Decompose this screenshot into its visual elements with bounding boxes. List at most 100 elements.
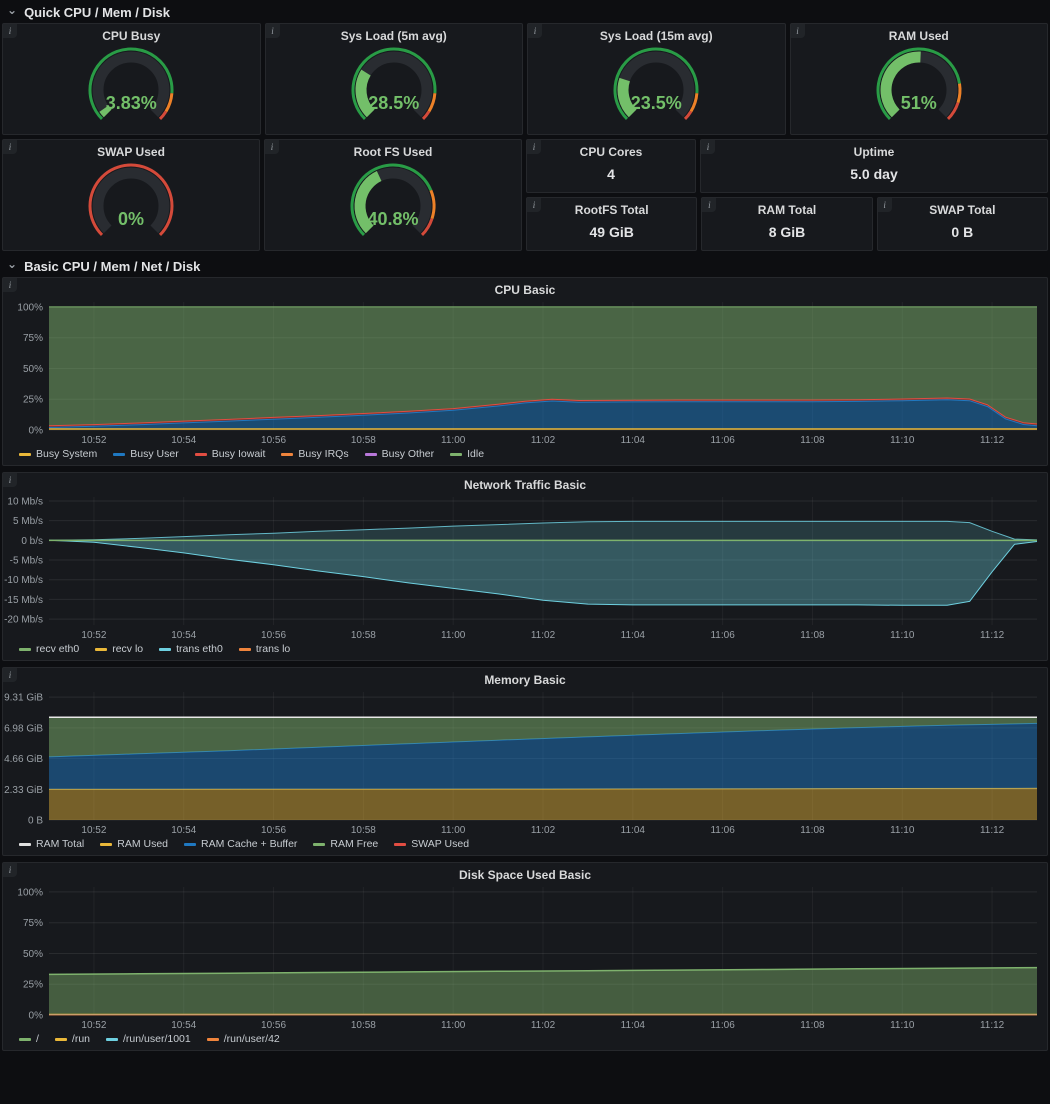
legend-item[interactable]: Busy Other: [365, 448, 435, 460]
svg-text:10:56: 10:56: [261, 1020, 286, 1031]
section-title-quick: Quick CPU / Mem / Disk: [24, 5, 170, 20]
cpu-cores-value: 4: [607, 166, 615, 182]
legend-item[interactable]: /run/user/1001: [106, 1033, 191, 1045]
svg-text:75%: 75%: [23, 333, 43, 344]
section-header-quick[interactable]: ⌄ Quick CPU / Mem / Disk: [2, 1, 1048, 23]
info-icon[interactable]: i: [3, 24, 17, 38]
svg-text:11:06: 11:06: [710, 1020, 735, 1031]
legend-item[interactable]: Busy IRQs: [281, 448, 348, 460]
legend-item[interactable]: trans eth0: [159, 643, 223, 655]
panel-title-disk-space-used-basic[interactable]: Disk Space Used Basic: [3, 863, 1047, 882]
legend-color-mark: [313, 843, 325, 846]
svg-text:11:08: 11:08: [800, 435, 825, 446]
swap-used-value: 0%: [3, 209, 259, 230]
panel-title-uptime[interactable]: Uptime: [854, 140, 895, 159]
legend-label: RAM Used: [117, 838, 168, 850]
panel-title-swap-used[interactable]: SWAP Used: [3, 140, 259, 159]
info-icon[interactable]: i: [527, 140, 541, 154]
sys-load-15m-value: 23.5%: [528, 93, 785, 114]
legend-item[interactable]: RAM Cache + Buffer: [184, 838, 297, 850]
info-icon[interactable]: i: [791, 24, 805, 38]
legend-item[interactable]: Busy User: [113, 448, 178, 460]
svg-text:10:54: 10:54: [171, 435, 196, 446]
legend-item[interactable]: /: [19, 1033, 39, 1045]
legend-color-mark: [106, 1038, 118, 1041]
legend-item[interactable]: trans lo: [239, 643, 290, 655]
chevron-down-icon: ⌄: [7, 259, 17, 269]
ram-total-value: 8 GiB: [769, 224, 806, 240]
legend-label: /run/user/42: [224, 1033, 280, 1045]
panel-title-rootfs-total[interactable]: RootFS Total: [575, 198, 649, 217]
panel-title-ram-used[interactable]: RAM Used: [791, 24, 1048, 43]
cpu-basic-chart[interactable]: 10:5210:5410:5610:5811:0011:0211:0411:06…: [3, 297, 1047, 447]
panel-title-cpu-basic[interactable]: CPU Basic: [3, 278, 1047, 297]
legend-color-mark: [19, 648, 31, 651]
disk-space-used-basic-chart[interactable]: 10:5210:5410:5610:5811:0011:0211:0411:06…: [3, 882, 1047, 1032]
panel-title-ram-total[interactable]: RAM Total: [758, 198, 816, 217]
panel-title-sys-load-15m[interactable]: Sys Load (15m avg): [528, 24, 785, 43]
legend-item[interactable]: RAM Total: [19, 838, 84, 850]
legend-color-mark: [450, 453, 462, 456]
panel-title-memory-basic[interactable]: Memory Basic: [3, 668, 1047, 687]
legend-item[interactable]: /run: [55, 1033, 90, 1045]
legend-item[interactable]: recv eth0: [19, 643, 79, 655]
legend-item[interactable]: Busy System: [19, 448, 97, 460]
panel-swap-used: i SWAP Used 0%: [2, 139, 260, 251]
legend-label: /run: [72, 1033, 90, 1045]
info-icon[interactable]: i: [266, 24, 280, 38]
panel-title-cpu-busy[interactable]: CPU Busy: [3, 24, 260, 43]
svg-text:11:04: 11:04: [621, 630, 646, 641]
info-icon[interactable]: i: [3, 863, 17, 877]
info-icon[interactable]: i: [527, 198, 541, 212]
network-traffic-basic-chart[interactable]: 10:5210:5410:5610:5811:0011:0211:0411:06…: [3, 492, 1047, 642]
info-icon[interactable]: i: [265, 140, 279, 154]
legend-label: Busy Iowait: [212, 448, 266, 460]
legend-label: RAM Free: [330, 838, 378, 850]
info-icon[interactable]: i: [701, 140, 715, 154]
svg-text:10:52: 10:52: [81, 825, 106, 836]
legend-item[interactable]: Busy Iowait: [195, 448, 266, 460]
svg-text:11:08: 11:08: [800, 630, 825, 641]
legend-item[interactable]: RAM Used: [100, 838, 168, 850]
info-icon[interactable]: i: [528, 24, 542, 38]
panel-title-sys-load-5m[interactable]: Sys Load (5m avg): [266, 24, 523, 43]
panel-sys-load-5m: i Sys Load (5m avg) 28.5%: [265, 23, 524, 135]
legend-item[interactable]: RAM Free: [313, 838, 378, 850]
ram-used-gauge: [844, 43, 994, 133]
legend-color-mark: [159, 648, 171, 651]
svg-text:11:06: 11:06: [710, 630, 735, 641]
panel-title-root-fs-used[interactable]: Root FS Used: [265, 140, 521, 159]
legend-item[interactable]: SWAP Used: [394, 838, 469, 850]
legend-item[interactable]: Idle: [450, 448, 484, 460]
panel-title-cpu-cores[interactable]: CPU Cores: [580, 140, 643, 159]
cpu-basic-legend: Busy System Busy User Busy Iowait Busy IRQs…: [3, 447, 1047, 465]
svg-text:11:10: 11:10: [890, 1020, 915, 1031]
svg-text:11:06: 11:06: [710, 435, 735, 446]
svg-text:-20 Mb/s: -20 Mb/s: [4, 615, 43, 626]
svg-text:0 b/s: 0 b/s: [21, 536, 43, 547]
info-icon[interactable]: i: [3, 278, 17, 292]
legend-item[interactable]: /run/user/42: [207, 1033, 280, 1045]
svg-text:9.31 GiB: 9.31 GiB: [4, 693, 43, 704]
legend-item[interactable]: recv lo: [95, 643, 143, 655]
info-icon[interactable]: i: [3, 473, 17, 487]
legend-label: Busy IRQs: [298, 448, 348, 460]
svg-text:10:56: 10:56: [261, 630, 286, 641]
svg-text:25%: 25%: [23, 980, 43, 991]
panel-title-network-traffic-basic[interactable]: Network Traffic Basic: [3, 473, 1047, 492]
svg-text:10:56: 10:56: [261, 825, 286, 836]
section-header-basic[interactable]: ⌄ Basic CPU / Mem / Net / Disk: [2, 255, 1048, 277]
legend-label: trans lo: [256, 643, 290, 655]
svg-text:11:08: 11:08: [800, 1020, 825, 1031]
legend-label: Busy User: [130, 448, 178, 460]
panel-title-swap-total[interactable]: SWAP Total: [929, 198, 995, 217]
info-icon[interactable]: i: [3, 668, 17, 682]
memory-basic-chart[interactable]: 10:5210:5410:5610:5811:0011:0211:0411:06…: [3, 687, 1047, 837]
info-icon[interactable]: i: [3, 140, 17, 154]
svg-text:10:58: 10:58: [351, 825, 376, 836]
legend-label: Busy System: [36, 448, 97, 460]
swap-used-gauge: [56, 159, 206, 249]
panel-ram-total: i RAM Total 8 GiB: [701, 197, 872, 251]
info-icon[interactable]: i: [878, 198, 892, 212]
info-icon[interactable]: i: [702, 198, 716, 212]
